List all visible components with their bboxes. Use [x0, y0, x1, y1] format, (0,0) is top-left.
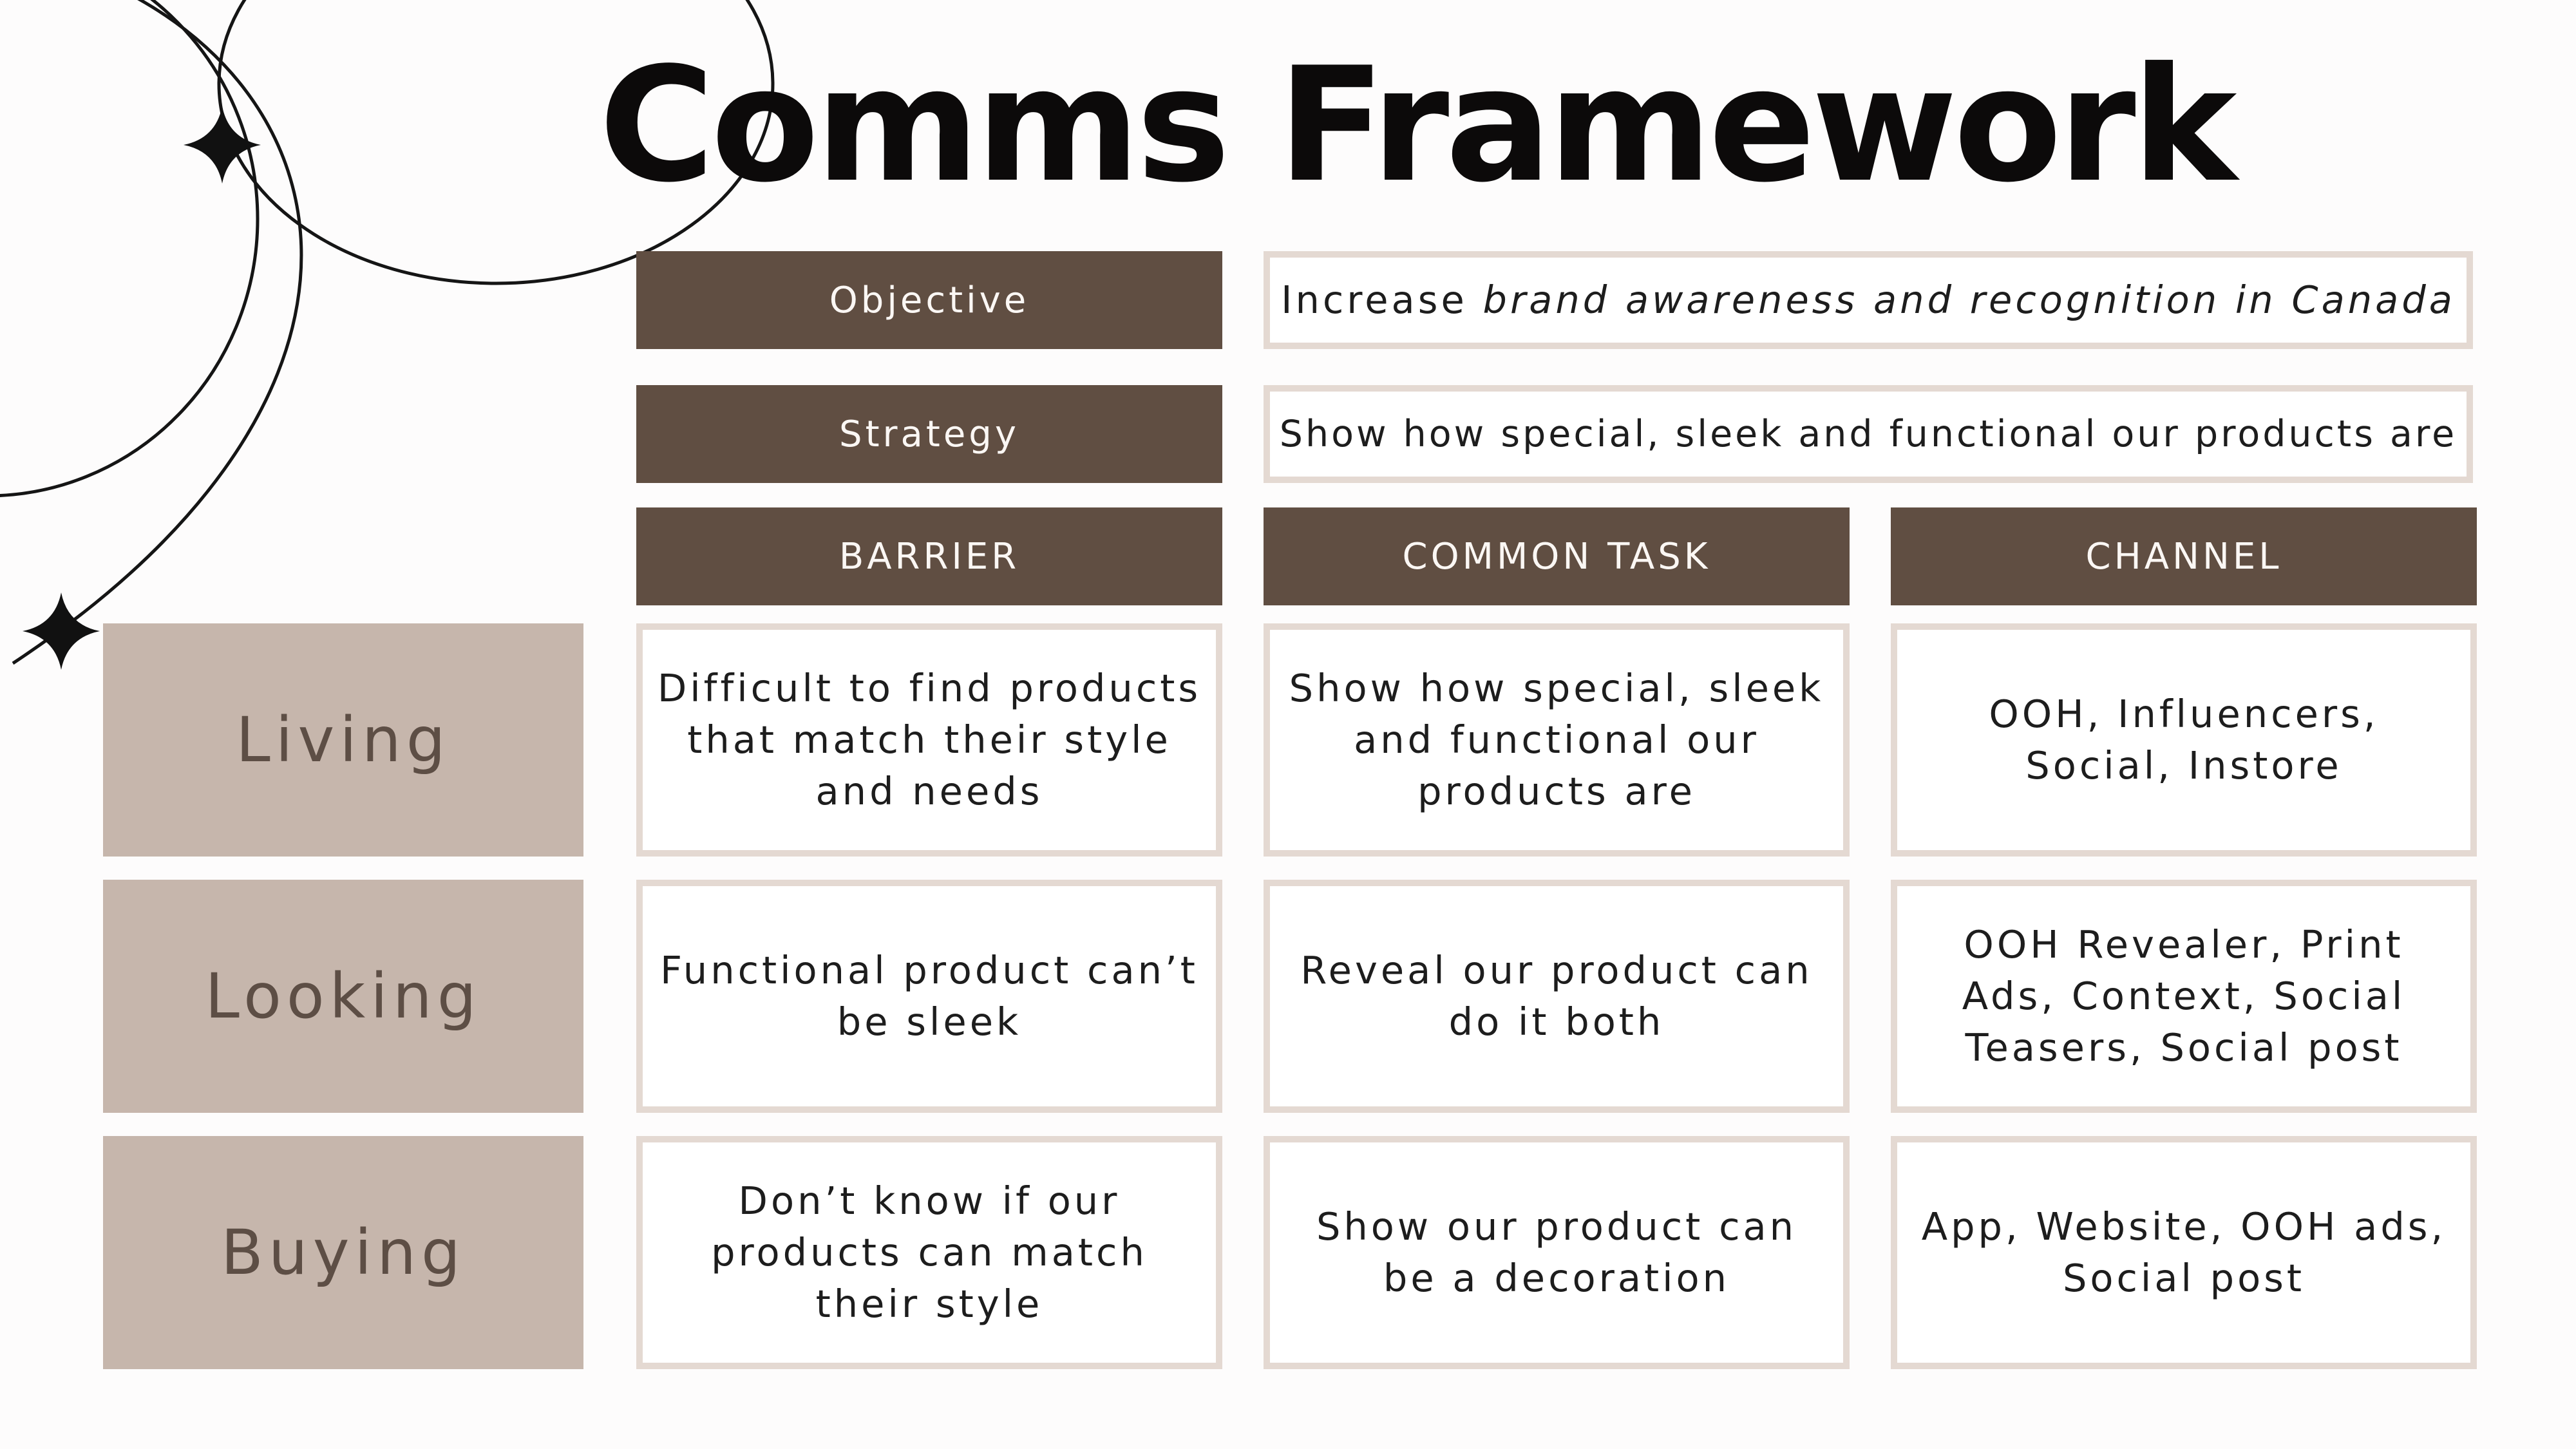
sparkle-star-icon: [184, 106, 261, 184]
barrier-text: Don’t know if our products can match the…: [711, 1179, 1148, 1326]
page-title: Comms Framework: [599, 33, 2237, 217]
column-header-common-task: COMMON TASK: [1264, 507, 1850, 605]
task-text: Reveal our product can do it both: [1300, 948, 1813, 1044]
objective-value: Increase brand awareness and recognition…: [1264, 251, 2473, 349]
strategy-label: Strategy: [636, 385, 1222, 483]
task-cell-buying: Show our product can be a decoration: [1264, 1136, 1850, 1369]
stage-label-living: Living: [103, 623, 583, 857]
task-cell-living: Show how special, sleek and functional o…: [1264, 623, 1850, 857]
column-header-barrier: BARRIER: [636, 507, 1222, 605]
strategy-value: Show how special, sleek and functional o…: [1264, 385, 2473, 483]
sparkle-star-icon: [23, 592, 100, 670]
stage-label-looking: Looking: [103, 880, 583, 1113]
channel-text: App, Website, OOH ads, Social post: [1921, 1204, 2447, 1300]
barrier-cell-buying: Don’t know if our products can match the…: [636, 1136, 1222, 1369]
orbit-arc-lower: [12, 0, 303, 665]
barrier-text: Functional product can’t be sleek: [660, 948, 1198, 1044]
stage-label-buying: Buying: [103, 1136, 583, 1369]
column-header-channel: CHANNEL: [1891, 507, 2477, 605]
objective-value-prefix: Increase: [1281, 278, 1483, 322]
channel-cell-looking: OOH Revealer, Print Ads, Context, Social…: [1891, 880, 2477, 1113]
channel-text: OOH Revealer, Print Ads, Context, Social…: [1962, 922, 2406, 1070]
channel-text: OOH, Influencers, Social, Instore: [1989, 692, 2379, 788]
objective-value-emphasis: brand awareness and recognition in Canad…: [1482, 278, 2456, 322]
task-cell-looking: Reveal our product can do it both: [1264, 880, 1850, 1113]
channel-cell-living: OOH, Influencers, Social, Instore: [1891, 623, 2477, 857]
barrier-text: Difficult to find products that match th…: [657, 666, 1202, 813]
task-text: Show our product can be a decoration: [1316, 1204, 1797, 1300]
objective-label: Objective: [636, 251, 1222, 349]
barrier-cell-looking: Functional product can’t be sleek: [636, 880, 1222, 1113]
channel-cell-buying: App, Website, OOH ads, Social post: [1891, 1136, 2477, 1369]
barrier-cell-living: Difficult to find products that match th…: [636, 623, 1222, 857]
task-text: Show how special, sleek and functional o…: [1289, 666, 1824, 813]
orbit-ring-large: [0, 0, 260, 497]
